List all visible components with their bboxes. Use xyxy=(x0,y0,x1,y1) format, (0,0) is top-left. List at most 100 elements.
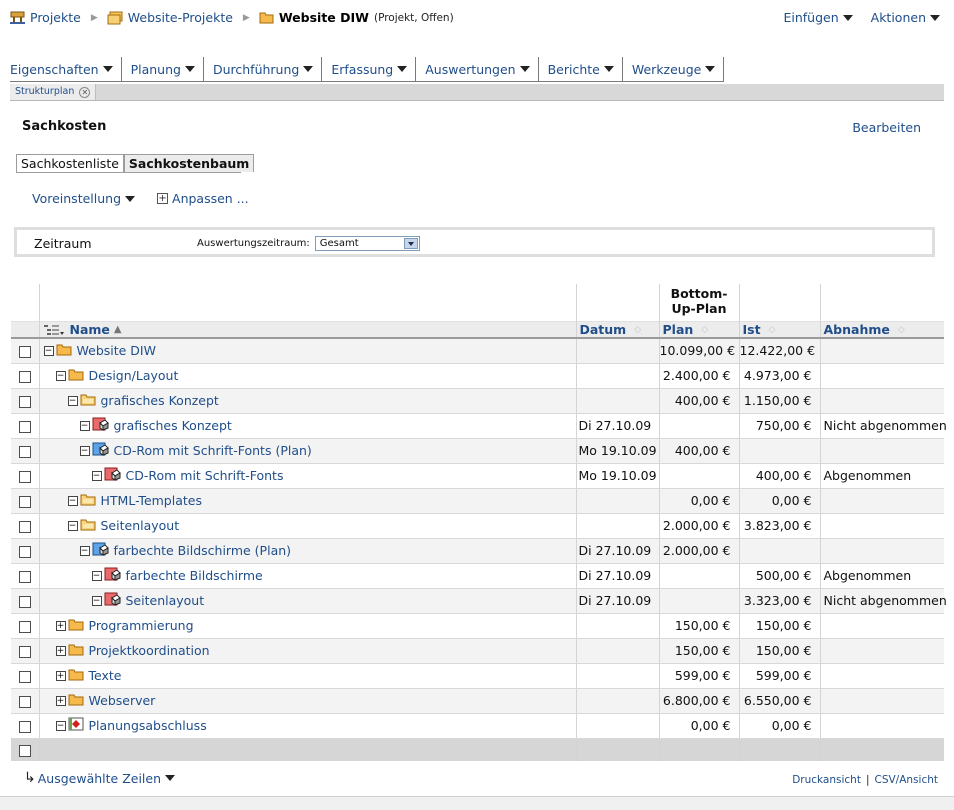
header-actual[interactable]: Ist ◇ xyxy=(738,284,820,338)
expand-icon[interactable]: + xyxy=(55,695,66,706)
period-select[interactable]: Gesamt xyxy=(314,236,420,251)
row-name-link[interactable]: farbechte Bildschirme (Plan) xyxy=(114,543,292,558)
table-row[interactable]: − CD-Rom mit Schrift-Fonts Mo 19.10.09 400,… xyxy=(11,463,944,489)
row-checkbox[interactable] xyxy=(18,395,31,408)
actions-menu-button[interactable]: Aktionen xyxy=(871,10,940,25)
table-row[interactable]: − grafisches Konzept 400,00 €1.150,00 € xyxy=(11,388,944,414)
row-checkbox[interactable] xyxy=(18,570,31,583)
row-checkbox[interactable] xyxy=(18,470,31,483)
row-name-link[interactable]: grafisches Konzept xyxy=(101,393,219,408)
row-checkbox[interactable] xyxy=(18,695,31,708)
collapse-icon[interactable]: − xyxy=(67,395,78,406)
row-checkbox[interactable] xyxy=(18,445,31,458)
row-checkbox[interactable] xyxy=(18,670,31,683)
collapse-icon[interactable]: − xyxy=(79,445,90,456)
table-row[interactable]: + Texte 599,00 €599,00 € xyxy=(11,663,944,689)
tree-expand-icon[interactable] xyxy=(43,324,65,336)
breadcrumb-item-projects[interactable]: Projekte xyxy=(10,10,81,25)
row-name-link[interactable]: CD-Rom mit Schrift-Fonts xyxy=(126,468,284,483)
expand-icon[interactable]: + xyxy=(55,620,66,631)
tab-cost-tree[interactable]: Sachkostenbaum xyxy=(123,154,255,172)
edit-link[interactable]: Bearbeiten xyxy=(852,120,921,135)
menu-reports[interactable]: Berichte xyxy=(539,57,623,81)
row-select-cell xyxy=(11,638,39,664)
collapse-icon[interactable]: − xyxy=(79,420,90,431)
header-date[interactable]: Datum ◇ xyxy=(575,284,659,338)
header-name[interactable]: Name ▲ xyxy=(38,284,576,338)
row-name-link[interactable]: grafisches Konzept xyxy=(114,418,232,433)
collapse-icon[interactable]: − xyxy=(91,595,102,606)
collapse-icon[interactable]: − xyxy=(67,495,78,506)
collapse-icon[interactable]: − xyxy=(67,520,78,531)
table-row[interactable]: − Website DIW 10.099,00 €12.422,00 € xyxy=(11,338,944,364)
tab-structure-plan[interactable]: Strukturplan ✕ xyxy=(10,84,97,100)
table-row[interactable]: − CD-Rom mit Schrift-Fonts (Plan) Mo 19.10… xyxy=(11,438,944,464)
table-row[interactable]: − Design/Layout 2.400,00 €4.973,00 € xyxy=(11,363,944,389)
header-acceptance[interactable]: Abnahme ◇ xyxy=(819,284,944,338)
table-row[interactable]: − HTML-Templates 0,00 €0,00 € xyxy=(11,488,944,514)
insert-menu-button[interactable]: Einfügen xyxy=(783,10,853,25)
row-name-link[interactable]: Programmierung xyxy=(89,618,194,633)
row-name-link[interactable]: Projektkoordination xyxy=(89,643,210,658)
table-row[interactable]: + Programmierung 150,00 €150,00 € xyxy=(11,613,944,639)
collapse-icon[interactable]: − xyxy=(55,370,66,381)
row-name-link[interactable]: Webserver xyxy=(89,693,156,708)
cost-item-icon xyxy=(104,467,121,484)
close-icon[interactable]: ✕ xyxy=(79,86,91,98)
row-name-link[interactable]: Design/Layout xyxy=(89,368,179,383)
row-name-link[interactable]: Planungsabschluss xyxy=(89,718,207,733)
table-row[interactable]: − Seitenlayout Di 27.10.09 3.323,00 € Nicht … xyxy=(11,588,947,614)
adjust-button[interactable]: + Anpassen ... xyxy=(157,191,249,206)
menu-planning[interactable]: Planung xyxy=(122,57,204,81)
table-row[interactable]: − grafisches Konzept Di 27.10.09 750,00 € Ni… xyxy=(11,413,947,439)
row-name-link[interactable]: Website DIW xyxy=(77,343,156,358)
acceptance-cell: Nicht abgenommen xyxy=(819,413,947,439)
collapse-icon[interactable]: − xyxy=(79,545,90,556)
menu-properties[interactable]: Eigenschaften xyxy=(10,57,122,81)
row-checkbox[interactable] xyxy=(18,595,31,608)
table-row[interactable]: + Webserver 6.800,00 €6.550,00 € xyxy=(11,688,944,714)
table-row[interactable]: + Projektkoordination 150,00 €150,00 € xyxy=(11,638,944,664)
subtabs: Sachkostenliste Sachkostenbaum xyxy=(16,154,255,173)
row-checkbox[interactable] xyxy=(18,620,31,633)
csv-view-link[interactable]: CSV/Ansicht xyxy=(875,774,939,786)
row-checkbox[interactable] xyxy=(18,370,31,383)
table-row[interactable]: − Seitenlayout 2.000,00 €3.823,00 € xyxy=(11,513,944,539)
table-row[interactable]: − Planungsabschluss 0,00 €0,00 € xyxy=(11,713,944,739)
select-all-checkbox[interactable] xyxy=(18,744,31,757)
row-checkbox[interactable] xyxy=(18,420,31,433)
collapse-icon[interactable]: − xyxy=(43,345,54,356)
expand-icon[interactable]: + xyxy=(55,670,66,681)
tab-cost-list[interactable]: Sachkostenliste xyxy=(16,154,124,172)
header-plan[interactable]: Bottom-Up-Plan Plan ◇ xyxy=(658,284,739,338)
menu-recording[interactable]: Erfassung xyxy=(322,57,417,81)
folder-icon xyxy=(259,12,274,24)
breadcrumb: Projekte ▶ Website-Projekte ▶ Website DI… xyxy=(10,10,454,25)
row-name-link[interactable]: Seitenlayout xyxy=(126,593,205,608)
row-name-link[interactable]: CD-Rom mit Schrift-Fonts (Plan) xyxy=(114,443,312,458)
menu-evaluations[interactable]: Auswertungen xyxy=(416,57,539,81)
row-name-link[interactable]: HTML-Templates xyxy=(101,493,202,508)
row-checkbox[interactable] xyxy=(18,645,31,658)
menu-tools[interactable]: Werkzeuge xyxy=(623,57,725,81)
row-checkbox[interactable] xyxy=(18,720,31,733)
row-checkbox[interactable] xyxy=(18,345,31,358)
table-row[interactable]: − farbechte Bildschirme (Plan) Di 27.10.09… xyxy=(11,538,944,564)
row-name-link[interactable]: farbechte Bildschirme xyxy=(126,568,263,583)
row-name-link[interactable]: Texte xyxy=(89,668,122,683)
row-checkbox[interactable] xyxy=(18,545,31,558)
collapse-icon[interactable]: − xyxy=(55,720,66,731)
selected-rows-menu[interactable]: ↳ Ausgewählte Zeilen xyxy=(24,770,176,786)
table-row[interactable]: − farbechte Bildschirme Di 27.10.09 500,00 … xyxy=(11,563,944,589)
collapse-icon[interactable]: − xyxy=(91,570,102,581)
expand-icon[interactable]: + xyxy=(55,645,66,656)
row-checkbox[interactable] xyxy=(18,495,31,508)
row-name-link[interactable]: Seitenlayout xyxy=(101,518,180,533)
preset-dropdown[interactable]: Voreinstellung xyxy=(32,191,136,206)
breadcrumb-item-website-projects[interactable]: Website-Projekte xyxy=(107,10,233,25)
print-view-link[interactable]: Druckansicht xyxy=(792,774,861,786)
menu-execution[interactable]: Durchführung xyxy=(204,57,323,81)
row-checkbox[interactable] xyxy=(18,520,31,533)
actual-cell: 599,00 € xyxy=(738,663,820,689)
collapse-icon[interactable]: − xyxy=(91,470,102,481)
